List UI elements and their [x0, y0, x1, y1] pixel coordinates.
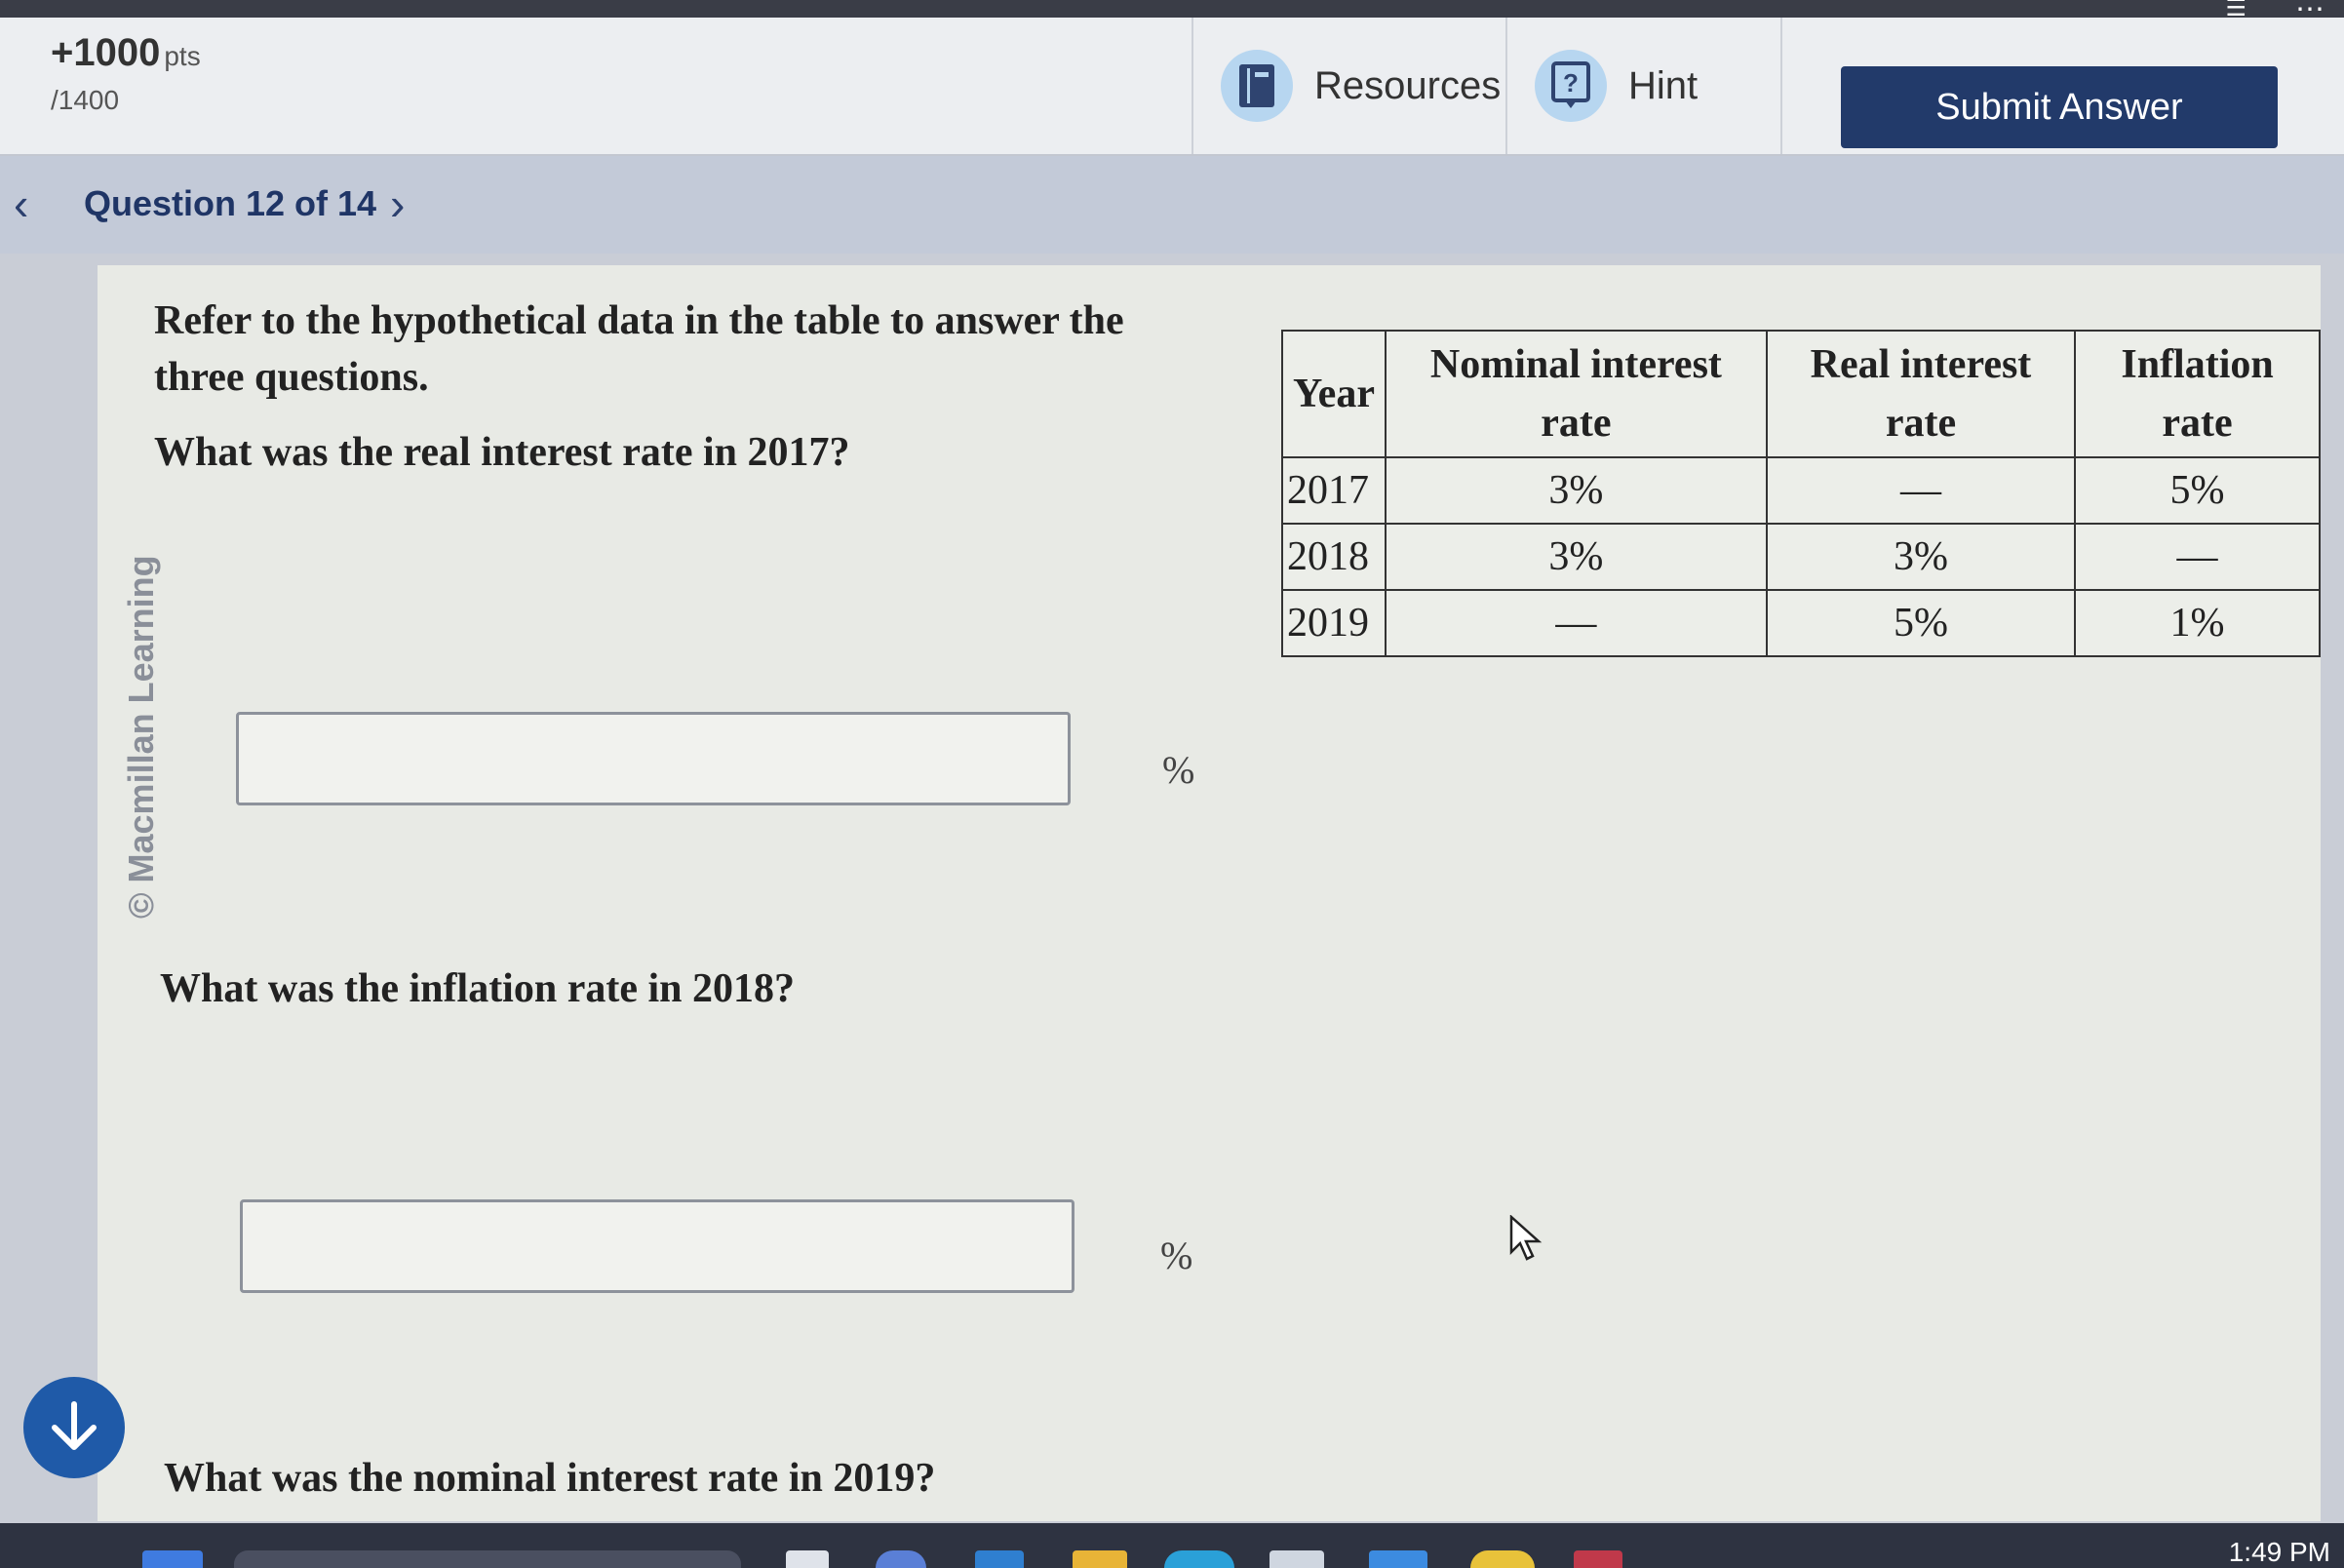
os-top-bar: ☰ ⋯: [0, 0, 2344, 25]
rates-table: Year Nominal interest rate Real interest…: [1281, 330, 2321, 657]
mouse-pointer-icon: [1509, 1214, 1543, 1267]
table-cell: —: [2074, 523, 2321, 591]
submit-answer-button[interactable]: Submit Answer: [1841, 66, 2278, 148]
question-nav: ‹ Question 12 of 14 ›: [0, 156, 2344, 254]
table-cell: —: [1765, 456, 2077, 525]
scroll-down-button[interactable]: [23, 1377, 125, 1478]
table-cell: 2018: [1281, 523, 1387, 591]
taskbar-clock: 1:49 PM: [2228, 1537, 2330, 1567]
browser-icon[interactable]: [1164, 1550, 1234, 1568]
question-2-text: What was the inflation rate in 2018?: [160, 966, 795, 1011]
svg-text:?: ?: [1563, 68, 1579, 98]
header-inflation-rate: Inflation rate: [2074, 330, 2321, 458]
table-cell: 2019: [1281, 589, 1387, 657]
table-cell: 3%: [1765, 523, 2077, 591]
edge-icon[interactable]: [975, 1550, 1024, 1568]
copyright-text: © Macmillan Learning: [121, 555, 161, 919]
table-cell: 2017: [1281, 456, 1387, 525]
question-counter: Question 12 of 14: [84, 183, 377, 223]
chrome-icon[interactable]: [1470, 1550, 1535, 1568]
points-unit: pts: [164, 41, 201, 71]
question-intro: Refer to the hypothetical data in the ta…: [154, 298, 1124, 400]
answer-2-input[interactable]: [240, 1199, 1074, 1293]
os-taskbar: 1:49 PM: [0, 1523, 2344, 1568]
resources-label: Resources: [1314, 63, 1502, 107]
book-icon: [1221, 50, 1293, 122]
header-bar: +1000 pts /1400 Resources ? Hint Submit A…: [0, 18, 2344, 156]
table-row: 2018 3% 3% —: [1281, 523, 2321, 591]
table-cell: 5%: [1765, 589, 2077, 657]
table-cell: 5%: [2074, 456, 2321, 525]
windows-start-icon[interactable]: [142, 1550, 203, 1568]
hint-label: Hint: [1628, 63, 1699, 107]
table-cell: —: [1384, 589, 1768, 657]
copyright-sidebar: © Macmillan Learning: [98, 304, 161, 948]
question-mark-icon: ?: [1535, 50, 1607, 122]
chevron-left-icon[interactable]: ‹: [14, 177, 28, 230]
folder-icon[interactable]: [1073, 1550, 1127, 1568]
resources-button[interactable]: Resources: [1192, 18, 1505, 154]
answer-2-unit: %: [1160, 1234, 1193, 1277]
table-cell: 3%: [1384, 456, 1768, 525]
task-view-icon[interactable]: [786, 1550, 829, 1568]
question-panel: © Macmillan Learning Refer to the hypoth…: [98, 265, 2321, 1521]
table-row: 2017 3% — 5%: [1281, 456, 2321, 525]
table-cell: 3%: [1384, 523, 1768, 591]
submit-area: Submit Answer: [1780, 18, 2328, 154]
app-icon[interactable]: [1574, 1550, 1622, 1568]
table-header-row: Year Nominal interest rate Real interest…: [1281, 330, 2321, 458]
store-icon[interactable]: [1270, 1550, 1324, 1568]
arrow-down-icon: [52, 1401, 97, 1450]
points-total: /1400: [51, 85, 120, 115]
table-cell: 1%: [2074, 589, 2321, 657]
question-1-text: What was the real interest rate in 2017?: [154, 430, 850, 475]
hint-button[interactable]: ? Hint: [1505, 18, 1780, 154]
points-value: +1000: [51, 31, 161, 74]
header-real-rate: Real interest rate: [1765, 330, 2077, 458]
chevron-right-icon[interactable]: ›: [390, 177, 405, 230]
score-display: +1000 pts /1400: [51, 31, 201, 116]
header-nominal-rate: Nominal interest rate: [1384, 330, 1768, 458]
taskbar-search-box[interactable]: [234, 1550, 741, 1568]
answer-1-input[interactable]: [236, 712, 1071, 805]
header-year: Year: [1281, 330, 1387, 458]
mail-icon[interactable]: [1369, 1550, 1427, 1568]
answer-1-unit: %: [1162, 748, 1195, 792]
chat-icon[interactable]: [876, 1550, 926, 1568]
table-row: 2019 — 5% 1%: [1281, 589, 2321, 657]
question-3-text: What was the nominal interest rate in 20…: [164, 1456, 936, 1501]
